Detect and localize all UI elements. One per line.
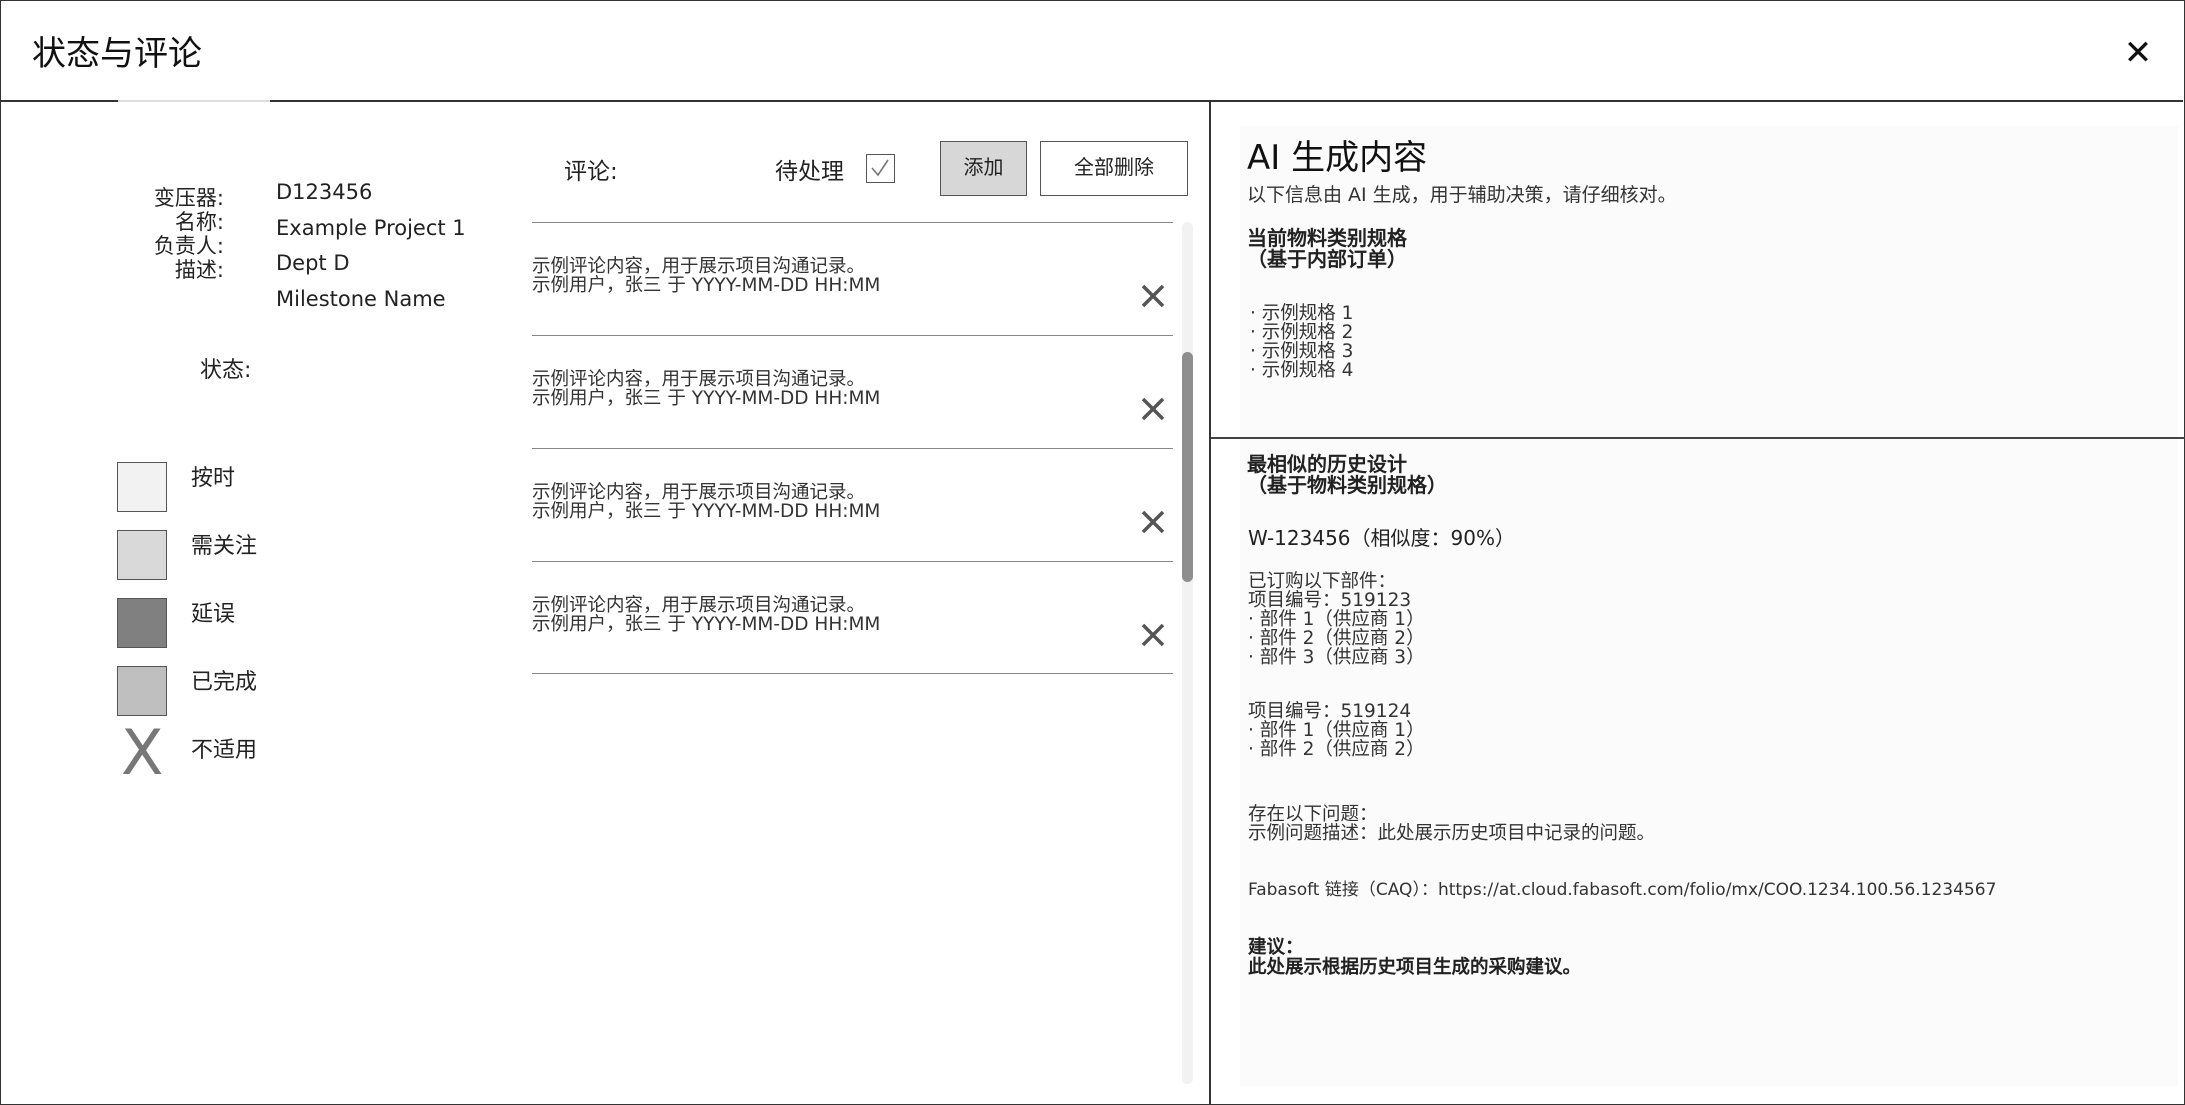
swatch-on-time [117,462,167,512]
swatch-attention [117,530,167,580]
delete-comment-icon[interactable] [1140,509,1166,535]
pending-checkbox[interactable] [866,154,895,183]
ai-subtitle: 以下信息由 AI 生成，用于辅助决策，请仔细核对。 [1247,184,1677,206]
ordered-parts-block: 已订购以下部件： 项目编号：519123 · 部件 1（供应商 1） · 部件 … [1248,572,1425,667]
delete-all-button[interactable]: 全部删除 [1040,141,1188,196]
issues-block: 存在以下问题： 示例问题描述：此处展示历史项目中记录的问题。 [1248,805,1655,843]
history-title-line: 最相似的历史设计 [1247,452,1407,476]
advice-block: 建议： 此处展示根据历史项目生成的采购建议。 [1248,938,1581,978]
comment-body: 示例评论内容，用于展示项目沟通记录。 示例用户，张三 于 YYYY-MM-DD … [532,596,880,634]
comment-meta: 示例用户，张三 于 YYYY-MM-DD HH:MM [532,275,881,296]
fabasoft-link[interactable]: Fabasoft 链接（CAQ）：https://at.cloud.fabaso… [1248,875,1996,900]
comment-text: 示例评论内容，用于展示项目沟通记录。 [532,256,866,277]
status-option-on-time[interactable]: 按时 [117,460,337,516]
comment-item: 示例评论内容，用于展示项目沟通记录。 示例用户，张三 于 YYYY-MM-DD … [532,335,1173,448]
comment-meta: 示例用户，张三 于 YYYY-MM-DD HH:MM [532,388,881,409]
status-option-label: 延误 [191,602,236,627]
dialog-header: 状态与评论 ✕ [0,0,2183,102]
comments-label: 评论: [564,159,618,185]
value-owner: Dept D [276,251,350,275]
tab-indicator [118,100,270,102]
comment-body: 示例评论内容，用于展示项目沟通记录。 示例用户，张三 于 YYYY-MM-DD … [532,257,880,295]
comment-item: 示例评论内容，用于展示项目沟通记录。 示例用户，张三 于 YYYY-MM-DD … [532,222,1173,335]
ordered-intro: 已订购以下部件： [1248,571,1397,592]
label-owner: 负责人: [153,234,224,258]
close-icon[interactable]: ✕ [2123,36,2153,70]
status-option-completed[interactable]: 已完成 [117,664,337,720]
pending-label: 待处理 [775,159,844,185]
issues-intro: 存在以下问题： [1248,804,1378,825]
status-option-label: 按时 [191,466,236,491]
comment-text: 示例评论内容，用于展示项目沟通记录。 [532,482,866,503]
value-name: Example Project 1 [276,215,466,240]
swatch-completed [117,666,167,716]
comment-text: 示例评论内容，用于展示项目沟通记录。 [532,595,866,616]
dialog-title: 状态与评论 [32,34,202,74]
spec-title-line: 当前物料类别规格 [1247,226,1407,250]
comment-meta: 示例用户，张三 于 YYYY-MM-DD HH:MM [532,501,881,522]
project-number: 项目编号：519123 [1248,590,1412,611]
delete-comment-icon[interactable] [1140,622,1166,648]
scrollbar-thumb[interactable] [1182,352,1193,582]
status-option-label: 不适用 [191,738,258,763]
spec-title-line: （基于内部订单） [1247,247,1407,271]
project-number: 项目编号：519124 [1248,701,1412,722]
list-item: · 示例规格 2 [1250,322,1354,343]
info-labels: 变压器: 名称: 负责人: 描述: [100,186,224,282]
comment-body: 示例评论内容，用于展示项目沟通记录。 示例用户，张三 于 YYYY-MM-DD … [532,483,880,521]
comment-body: 示例评论内容，用于展示项目沟通记录。 示例用户，张三 于 YYYY-MM-DD … [532,370,880,408]
comment-text: 示例评论内容，用于展示项目沟通记录。 [532,369,866,390]
comment-meta: 示例用户，张三 于 YYYY-MM-DD HH:MM [532,614,881,635]
status-option-label: 需关注 [191,534,258,559]
list-item: · 示例规格 3 [1250,341,1354,362]
list-item: · 部件 1（供应商 1） [1248,720,1425,741]
comment-item: 示例评论内容，用于展示项目沟通记录。 示例用户，张三 于 YYYY-MM-DD … [532,561,1173,674]
list-item: · 部件 2（供应商 2） [1248,628,1425,649]
status-label: 状态: [200,358,252,383]
list-item: · 示例规格 1 [1250,303,1354,324]
comments-scrollbar[interactable] [1182,222,1193,1084]
list-item: · 部件 1（供应商 1） [1248,609,1425,630]
history-section-title: 最相似的历史设计 （基于物料类别规格） [1247,454,1447,496]
status-option-delayed[interactable]: 延误 [117,596,337,652]
advice-title: 建议： [1248,937,1304,958]
section-divider [1211,437,2185,439]
history-title-line: （基于物料类别规格） [1247,473,1447,497]
spec-section-title: 当前物料类别规格 （基于内部订单） [1247,228,1407,270]
project-block: 项目编号：519124 · 部件 1（供应商 1） · 部件 2（供应商 2） [1248,702,1425,759]
column-divider [1209,102,1211,1104]
info-values: D123456 Example Project 1 Dept D Milesto… [276,178,466,320]
list-item: · 部件 2（供应商 2） [1248,739,1425,760]
label-transformer: 变压器: [153,186,224,210]
status-option-attention[interactable]: 需关注 [117,528,337,584]
status-option-not-applicable[interactable]: X 不适用 [117,722,337,788]
similar-design: W-123456（相似度：90%） [1248,526,1515,550]
list-item: · 部件 3（供应商 3） [1248,647,1425,668]
delete-comment-icon[interactable] [1140,283,1166,309]
value-transformer: D123456 [276,180,373,204]
issues-text: 示例问题描述：此处展示历史项目中记录的问题。 [1248,823,1656,844]
check-icon [871,159,889,177]
advice-text: 此处展示根据历史项目生成的采购建议。 [1248,957,1582,978]
x-icon: X [121,716,164,789]
add-comment-button[interactable]: 添加 [940,141,1027,196]
value-description: Milestone Name [276,286,446,311]
spec-list: · 示例规格 1 · 示例规格 2 · 示例规格 3 · 示例规格 4 [1250,304,1353,380]
ai-heading: AI 生成内容 [1247,138,1428,178]
list-item: · 示例规格 4 [1250,360,1354,381]
swatch-delayed [117,598,167,648]
label-name: 名称: [174,210,224,234]
label-description: 描述: [174,258,224,282]
comment-item: 示例评论内容，用于展示项目沟通记录。 示例用户，张三 于 YYYY-MM-DD … [532,448,1173,561]
delete-comment-icon[interactable] [1140,396,1166,422]
status-option-label: 已完成 [191,670,258,695]
